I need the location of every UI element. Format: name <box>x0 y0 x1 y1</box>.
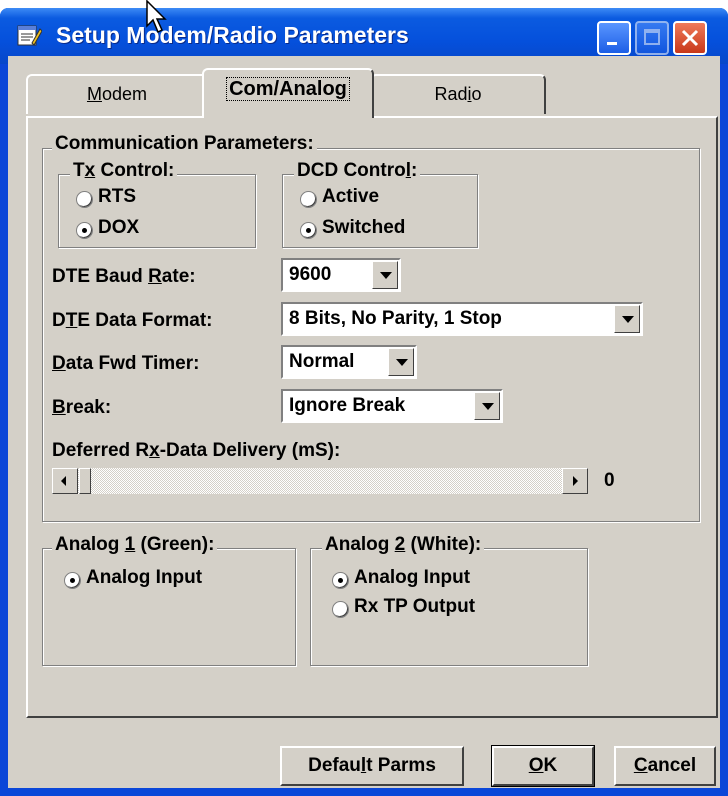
tx-rts-radio[interactable] <box>76 191 93 208</box>
analog1-input-label[interactable]: Analog Input <box>86 567 202 589</box>
tx-control-legend-pre: T <box>73 160 85 181</box>
scroll-right-arrow-icon[interactable] <box>562 468 588 494</box>
ok-button[interactable]: OK <box>491 745 595 787</box>
tx-control-legend-mnemonic: x <box>84 160 96 181</box>
dte-baud-rate-select[interactable]: 9600 <box>281 258 401 292</box>
dte-data-format-label-pre: D <box>52 310 66 331</box>
analog1-legend: Analog 1 (Green): <box>52 534 218 556</box>
chevron-down-icon[interactable] <box>388 348 414 376</box>
dte-baud-rate-value: 9600 <box>289 264 332 285</box>
dte-data-format-label: DTE Data Format: <box>52 310 212 332</box>
tab-com-analog-label: Com/Analog <box>226 77 350 101</box>
default-parms-label-pre: Defau <box>308 755 361 776</box>
dcd-active-label[interactable]: Active <box>322 186 379 208</box>
break-label-post: reak: <box>65 397 112 418</box>
deferred-rx-label-post: -Data Delivery (mS): <box>159 440 341 461</box>
default-parms-button[interactable]: Default Parms <box>280 746 464 786</box>
cancel-label-post: ancel <box>647 755 697 776</box>
dte-data-format-select[interactable]: 8 Bits, No Parity, 1 Stop <box>281 302 643 336</box>
chevron-down-icon[interactable] <box>474 392 500 420</box>
dcd-control-legend-pre: DCD Contro <box>297 160 406 181</box>
data-fwd-timer-select[interactable]: Normal <box>281 345 417 379</box>
deferred-rx-value: 0 <box>604 470 615 491</box>
tab-com-analog[interactable]: Com/Analog <box>202 68 374 118</box>
break-label: Break: <box>52 397 111 419</box>
analog1-legend-post: (Green): <box>135 534 215 555</box>
dte-data-format-mnemonic: T <box>65 310 78 331</box>
data-fwd-timer-label-post: ata Fwd Timer: <box>65 353 200 374</box>
ok-mnemonic: O <box>528 755 544 776</box>
minimize-button[interactable] <box>597 21 631 55</box>
analog1-group <box>42 548 296 666</box>
deferred-rx-mnemonic: x <box>149 440 160 461</box>
mouse-cursor-icon <box>146 0 167 34</box>
tx-rts-label[interactable]: RTS <box>98 186 136 208</box>
communication-parameters-legend: Communication Parameters: <box>52 133 317 155</box>
ok-label-post: K <box>543 755 558 776</box>
tab-radio-label-post: o <box>471 84 482 104</box>
dcd-switched-radio[interactable] <box>300 222 317 239</box>
scroll-left-arrow-icon[interactable] <box>52 468 78 494</box>
dte-data-format-value: 8 Bits, No Parity, 1 Stop <box>289 308 502 329</box>
close-button[interactable] <box>673 21 707 55</box>
tx-control-legend: Tx Control: <box>70 160 178 182</box>
cancel-mnemonic: C <box>633 755 648 776</box>
chevron-down-icon[interactable] <box>614 305 640 333</box>
tx-dox-radio[interactable] <box>76 222 93 239</box>
deferred-rx-label-pre: Deferred R <box>52 440 150 461</box>
dcd-control-legend-post: : <box>410 160 418 181</box>
analog1-legend-mnemonic: 1 <box>124 534 136 555</box>
tx-control-legend-post: Control: <box>95 160 175 181</box>
analog2-input-radio[interactable] <box>332 572 349 589</box>
analog2-legend: Analog 2 (White): <box>322 534 485 556</box>
data-fwd-timer-mnemonic: D <box>52 353 66 374</box>
dcd-switched-label[interactable]: Switched <box>322 217 405 239</box>
break-select[interactable]: Ignore Break <box>281 389 503 423</box>
default-parms-label-post: t Parms <box>366 755 436 776</box>
tab-modem[interactable]: Modem <box>26 74 208 114</box>
dcd-control-legend: DCD Control: <box>294 160 421 182</box>
analog2-rx-tp-output-label[interactable]: Rx TP Output <box>354 596 475 618</box>
analog2-legend-pre: Analog <box>325 534 395 555</box>
tab-modem-mnemonic: M <box>86 84 102 104</box>
maximize-button[interactable] <box>635 21 669 55</box>
window-title: Setup Modem/Radio Parameters <box>56 22 409 48</box>
analog1-legend-pre: Analog <box>55 534 125 555</box>
analog2-input-label[interactable]: Analog Input <box>354 567 470 589</box>
dte-data-format-label-post: E Data Format: <box>77 310 213 331</box>
dte-baud-rate-label-pre: DTE Baud <box>52 266 149 287</box>
dte-baud-rate-label-post: ate: <box>161 266 196 287</box>
tx-dox-label[interactable]: DOX <box>98 217 139 239</box>
data-fwd-timer-label: Data Fwd Timer: <box>52 353 199 375</box>
tab-modem-label: odem <box>101 84 148 104</box>
analog2-legend-mnemonic: 2 <box>394 534 406 555</box>
dcd-active-radio[interactable] <box>300 191 317 208</box>
close-icon <box>681 29 699 47</box>
tab-radio-label-pre: Rad <box>434 84 468 104</box>
scroll-thumb[interactable] <box>79 468 91 494</box>
dte-baud-rate-mnemonic: R <box>148 266 162 287</box>
analog2-legend-post: (White): <box>405 534 482 555</box>
maximize-icon <box>644 29 660 45</box>
deferred-rx-label: Deferred Rx-Data Delivery (mS): <box>52 440 340 462</box>
cancel-button[interactable]: Cancel <box>614 746 716 786</box>
analog2-rx-tp-output-radio[interactable] <box>332 601 349 618</box>
tab-radio[interactable]: Radio <box>370 74 546 114</box>
deferred-rx-scrollbar[interactable] <box>52 468 588 494</box>
dte-baud-rate-label: DTE Baud Rate: <box>52 266 196 288</box>
data-fwd-timer-value: Normal <box>289 351 355 372</box>
break-value: Ignore Break <box>289 395 406 416</box>
break-mnemonic: B <box>52 397 66 418</box>
notepad-icon <box>17 25 42 46</box>
minimize-icon <box>607 42 617 45</box>
chevron-down-icon[interactable] <box>372 261 398 289</box>
analog1-input-radio[interactable] <box>64 572 81 589</box>
